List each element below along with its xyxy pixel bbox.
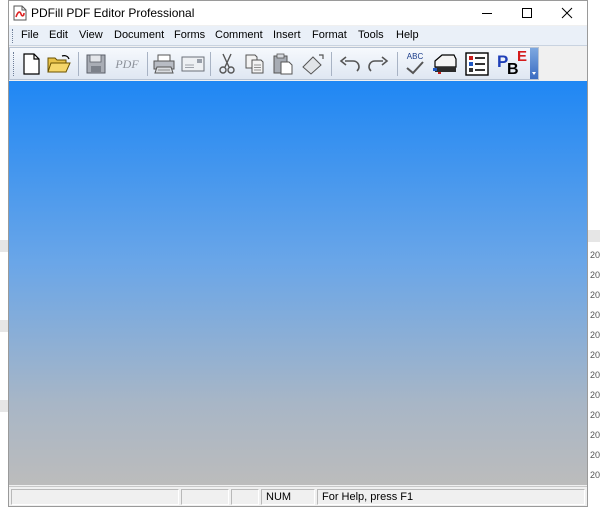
background-text: 20 xyxy=(589,250,600,260)
eraser-icon xyxy=(302,54,324,75)
scan-button[interactable] xyxy=(431,51,459,77)
form-fields-button[interactable] xyxy=(463,51,491,77)
save-as-pdf-button[interactable]: PDF xyxy=(111,51,143,77)
undo-button[interactable] xyxy=(337,51,363,77)
background-strip xyxy=(588,230,600,242)
chevron-down-icon xyxy=(532,72,536,75)
clear-button[interactable] xyxy=(299,51,325,77)
spell-check-label: ABC xyxy=(406,52,424,61)
background-text: 20 xyxy=(589,410,600,420)
app-window: PDFill PDF Editor Professional File Edit… xyxy=(8,0,588,507)
spell-check-icon xyxy=(406,61,424,75)
open-folder-icon xyxy=(47,55,71,73)
status-pane-message xyxy=(11,489,179,505)
toolbar: PDF ABC P B E xyxy=(9,47,539,80)
paste-button[interactable] xyxy=(270,51,296,77)
background-window-left xyxy=(0,0,8,507)
background-text: 20 xyxy=(589,290,600,300)
window-title: PDFill PDF Editor Professional xyxy=(31,6,195,20)
pbe-icon: P B E xyxy=(496,48,528,78)
menu-format[interactable]: Format xyxy=(312,29,347,41)
save-button[interactable] xyxy=(83,51,109,77)
printer-icon xyxy=(153,54,175,74)
menu-view[interactable]: View xyxy=(79,29,103,41)
menu-edit[interactable]: Edit xyxy=(49,29,68,41)
background-window-right: 20 20 20 20 20 20 20 20 20 20 20 20 xyxy=(588,0,600,507)
num-lock-indicator: NUM xyxy=(266,491,292,503)
floppy-disk-icon xyxy=(86,54,106,74)
scanner-icon xyxy=(433,54,457,74)
status-bar: NUM For Help, press F1 xyxy=(9,486,587,506)
redo-icon xyxy=(368,56,389,72)
background-text: 20 xyxy=(589,470,600,480)
redo-button[interactable] xyxy=(365,51,391,77)
copy-button[interactable] xyxy=(242,51,268,77)
close-button[interactable] xyxy=(547,1,587,25)
spell-check-button[interactable]: ABC xyxy=(402,51,428,77)
paste-clipboard-icon xyxy=(273,53,293,75)
menu-comment[interactable]: Comment xyxy=(215,29,263,41)
pdf-icon: PDF xyxy=(115,56,139,71)
minimize-icon xyxy=(482,13,492,14)
toolbar-grip[interactable] xyxy=(13,52,16,76)
menu-insert[interactable]: Insert xyxy=(273,29,301,41)
status-pane-empty xyxy=(231,489,259,505)
title-bar[interactable]: PDFill PDF Editor Professional xyxy=(9,1,587,25)
toolbar-overflow-button[interactable] xyxy=(530,48,538,79)
menu-tools[interactable]: Tools xyxy=(358,29,384,41)
menu-bar: File Edit View Document Forms Comment In… xyxy=(9,26,587,46)
cut-button[interactable] xyxy=(214,51,240,77)
background-strip xyxy=(0,320,8,332)
background-text: 20 xyxy=(589,370,600,380)
background-strip xyxy=(0,400,8,412)
background-text: 20 xyxy=(589,430,600,440)
menu-document[interactable]: Document xyxy=(114,29,164,41)
envelope-icon xyxy=(181,56,205,72)
background-text: 20 xyxy=(589,270,600,280)
copy-icon xyxy=(245,54,264,74)
pbe-letter-e: E xyxy=(517,48,528,65)
status-pane-help: For Help, press F1 xyxy=(317,489,585,505)
status-pane-num: NUM xyxy=(261,489,315,505)
pbe-button[interactable]: P B E xyxy=(495,48,529,78)
minimize-button[interactable] xyxy=(467,1,507,25)
checklist-form-icon xyxy=(465,52,489,76)
print-button[interactable] xyxy=(151,51,177,77)
toolbar-separator xyxy=(78,52,79,76)
menu-file[interactable]: File xyxy=(21,29,39,41)
open-button[interactable] xyxy=(46,51,72,77)
menubar-grip[interactable] xyxy=(12,29,15,43)
close-icon xyxy=(561,7,573,19)
background-text: 20 xyxy=(589,350,600,360)
maximize-icon xyxy=(522,8,532,18)
email-button[interactable] xyxy=(180,51,206,77)
background-text: 20 xyxy=(589,390,600,400)
background-text: 20 xyxy=(589,450,600,460)
menu-forms[interactable]: Forms xyxy=(174,29,205,41)
background-text: 20 xyxy=(589,310,600,320)
toolbar-separator xyxy=(147,52,148,76)
document-workspace[interactable] xyxy=(9,81,587,485)
undo-icon xyxy=(339,56,360,72)
menu-help[interactable]: Help xyxy=(396,29,419,41)
maximize-button[interactable] xyxy=(507,1,547,25)
new-document-icon xyxy=(23,53,40,75)
toolbar-separator xyxy=(397,52,398,76)
toolbar-separator xyxy=(331,52,332,76)
pdfill-app-icon[interactable] xyxy=(13,5,27,21)
background-strip xyxy=(0,240,8,252)
background-text: 20 xyxy=(589,330,600,340)
status-help-text: For Help, press F1 xyxy=(322,491,414,503)
toolbar-separator xyxy=(210,52,211,76)
status-pane-empty xyxy=(181,489,229,505)
new-button[interactable] xyxy=(18,51,44,77)
scissors-icon xyxy=(219,53,235,74)
